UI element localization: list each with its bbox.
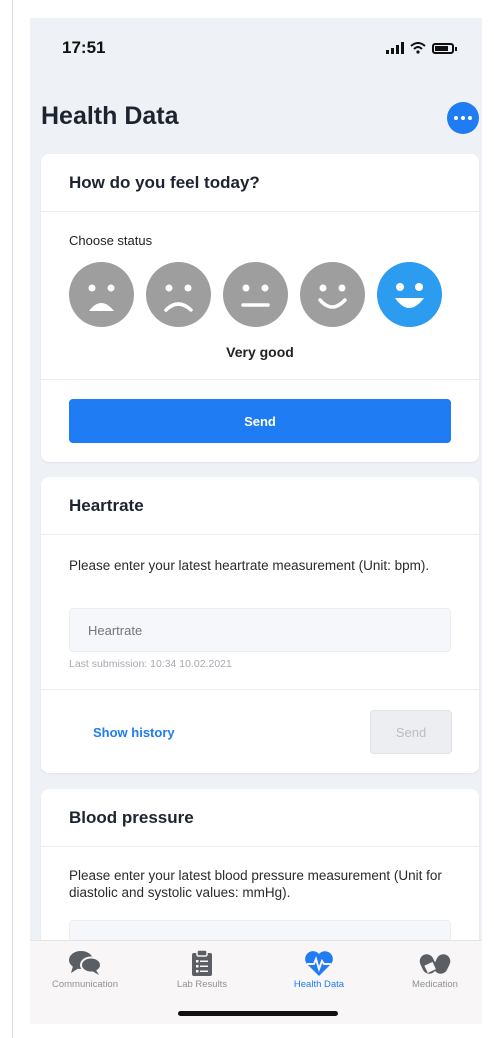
selected-status-label: Very good [226,344,294,360]
send-feeling-button[interactable]: Send [69,399,451,443]
heartrate-card: Heartrate Please enter your latest heart… [41,477,479,773]
neutral-face-icon[interactable] [223,262,288,327]
blood-pressure-description: Please enter your latest blood pressure … [69,868,442,900]
divider [41,689,479,690]
feeling-card: How do you feel today? Choose status Ver… [41,154,479,462]
tab-medication[interactable]: Medication [390,949,480,990]
chat-bubbles-icon [69,951,102,975]
signal-icon [386,42,404,54]
heart-pulse-icon [305,950,333,976]
show-history-link[interactable]: Show history [93,725,175,740]
tab-lab-results-label: Lab Results [176,979,228,990]
status-icons [386,42,457,54]
more-dots-icon [454,116,458,120]
tab-medication-label: Medication [412,979,458,990]
send-heartrate-button[interactable]: Send [370,710,452,754]
feeling-card-title: How do you feel today? [69,172,260,192]
very-sad-face-icon[interactable] [69,262,134,327]
status-faces [69,262,442,327]
happy-face-icon[interactable] [300,262,365,327]
home-indicator [178,1011,338,1016]
blood-pressure-card-header: Blood pressure [41,789,479,847]
heartrate-card-header: Heartrate [41,477,479,535]
choose-status-label: Choose status [69,233,153,248]
blood-pressure-card-title: Blood pressure [69,807,194,827]
tab-communication-label: Communication [52,979,118,990]
sad-face-icon[interactable] [146,262,211,327]
wifi-icon [410,42,426,54]
more-options-button[interactable] [447,102,479,134]
status-bar: 17:51 [30,18,482,78]
clipboard-icon [192,949,212,976]
status-time: 17:51 [62,38,106,57]
heartrate-input[interactable] [69,608,451,652]
battery-icon [432,42,457,54]
very-happy-face-icon[interactable] [377,262,442,327]
feeling-card-header: How do you feel today? [41,154,479,212]
tab-health-data[interactable]: Health Data [274,949,364,990]
divider [41,379,479,380]
last-submission-text: Last submission: 10:34 10.02.2021 [69,658,232,670]
heartrate-card-title: Heartrate [69,495,144,515]
tab-lab-results[interactable]: Lab Results [157,949,247,990]
tab-health-data-label: Health Data [293,979,345,990]
page-title: Health Data [41,102,179,130]
frame-edge [12,0,13,1038]
tab-communication[interactable]: Communication [40,949,130,990]
heartrate-description: Please enter your latest heartrate measu… [69,558,430,573]
phone-screen: 17:51 Health Data How do you feel today?… [30,18,482,1024]
pills-icon [419,954,451,974]
